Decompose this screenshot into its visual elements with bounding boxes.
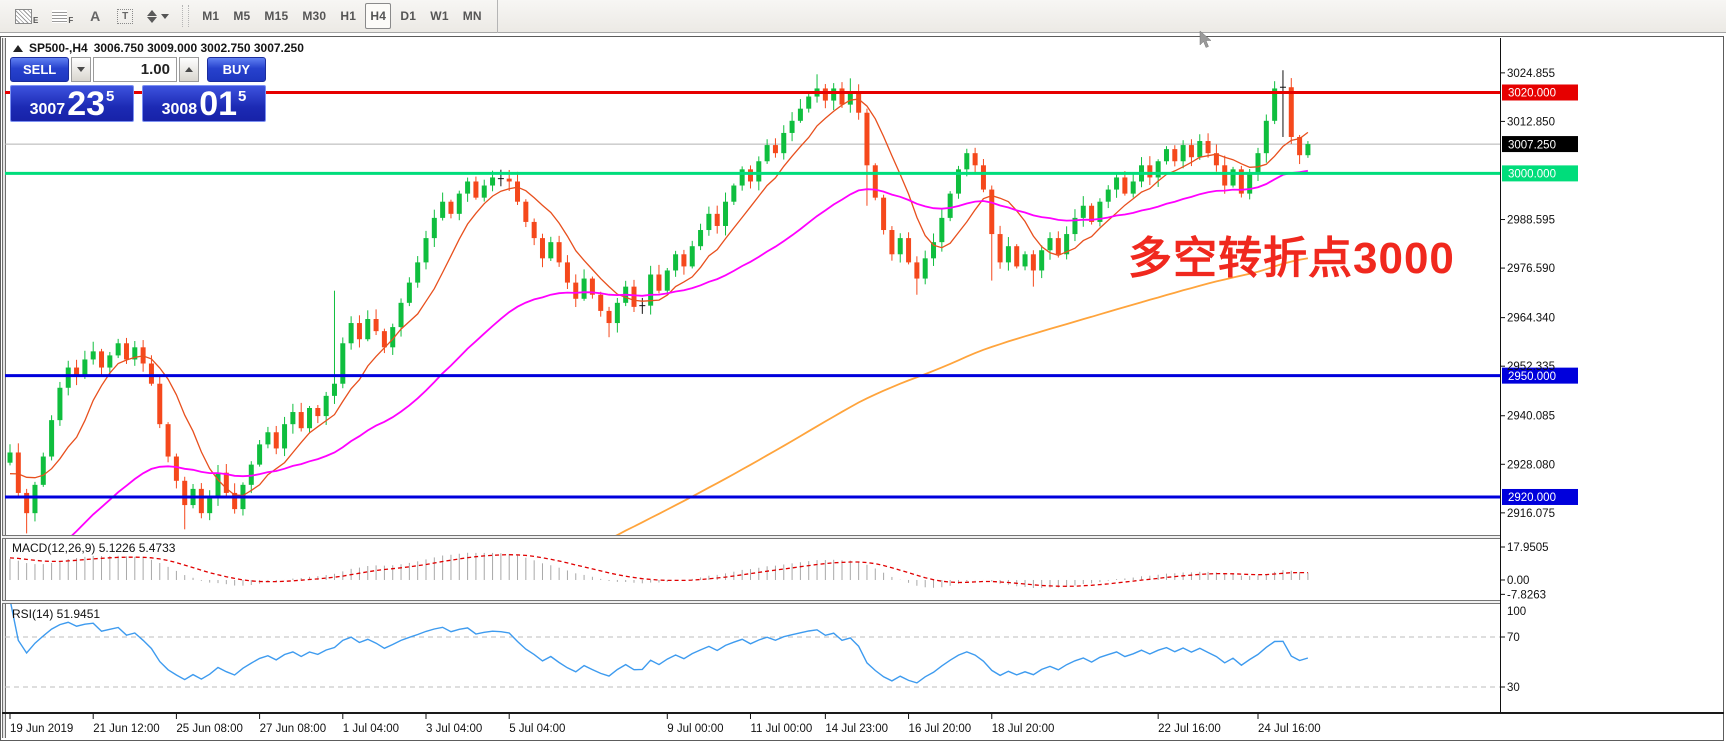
mt4-terminal: { "toolbar": { "icons": [ {"name": "char… — [0, 0, 1726, 750]
svg-text:2920.000: 2920.000 — [1508, 492, 1556, 504]
volume-input[interactable] — [93, 57, 177, 82]
sell-price-frac: 5 — [106, 88, 114, 105]
svg-text:3007.250: 3007.250 — [1508, 139, 1556, 151]
time-tick-label: 21 Jun 12:00 — [93, 723, 160, 735]
sell-price-base: 3007 — [30, 101, 66, 119]
price-tick-label: 2916.075 — [1507, 508, 1555, 520]
buy-price-base: 3008 — [162, 101, 198, 119]
time-tick-label: 22 Jul 16:00 — [1158, 723, 1221, 735]
mouse-cursor — [1200, 31, 1211, 48]
price-tick-label: 3024.855 — [1507, 68, 1555, 80]
time-tick-label: 19 Jun 2019 — [10, 723, 73, 735]
time-tick-label: 9 Jul 00:00 — [667, 723, 723, 735]
time-tick-label: 27 Jun 08:00 — [260, 723, 327, 735]
one-click-trade-panel: SELL BUY 3007 23 5 3008 01 5 — [10, 57, 266, 122]
time-tick-label: 11 Jul 00:00 — [750, 723, 812, 735]
rsi-group — [5, 600, 1500, 688]
time-tick-label: 25 Jun 08:00 — [176, 723, 243, 735]
ma-fast-line — [10, 99, 1308, 495]
symbol-marker-icon — [13, 45, 23, 52]
sell-price-tile[interactable]: 3007 23 5 — [10, 85, 134, 122]
time-tick-label: 1 Jul 04:00 — [343, 723, 399, 735]
macd-label: MACD(12,26,9) 5.1226 5.4733 — [12, 541, 175, 555]
price-tick-label: 2940.085 — [1507, 411, 1555, 423]
price-tick-label: 2988.595 — [1507, 215, 1555, 227]
hline-label-3000.000: 3000.000 — [1502, 165, 1578, 181]
time-tick-label: 3 Jul 04:00 — [426, 723, 482, 735]
price-tick-label: 2964.340 — [1507, 313, 1555, 325]
current-price-label: 3007.250 — [1502, 136, 1578, 152]
hline-label-3020.000: 3020.000 — [1502, 84, 1578, 100]
macd-tick-label: 17.9505 — [1507, 542, 1549, 554]
price-tick-label: 2976.590 — [1507, 263, 1555, 275]
buy-price-frac: 5 — [238, 88, 246, 105]
chart-annotation-text[interactable]: 多空转折点3000 — [1128, 222, 1455, 286]
svg-text:3020.000: 3020.000 — [1508, 88, 1556, 100]
caret-down-icon — [77, 67, 85, 72]
buy-button[interactable]: BUY — [207, 57, 266, 82]
volume-increase-button[interactable] — [179, 57, 199, 82]
symbol-name: SP500-,H4 — [29, 41, 88, 55]
macd-group — [10, 553, 1308, 588]
buy-price-pips: 01 — [199, 91, 237, 119]
macd-tick-label: -7.8263 — [1507, 589, 1546, 601]
time-tick-label: 18 Jul 20:00 — [992, 723, 1055, 735]
svg-text:3000.000: 3000.000 — [1508, 169, 1556, 181]
price-tick-label: 2952.335 — [1507, 361, 1555, 373]
rsi-label: RSI(14) 51.9451 — [12, 607, 100, 621]
price-tick-label: 3012.850 — [1507, 116, 1555, 128]
candles-group — [8, 70, 1311, 533]
time-tick-label: 5 Jul 04:00 — [509, 723, 565, 735]
rsi-tick-label: 30 — [1507, 682, 1520, 694]
caret-up-icon — [185, 67, 193, 72]
sell-price-pips: 23 — [67, 91, 105, 119]
time-tick-label: 14 Jul 23:00 — [825, 723, 888, 735]
buy-price-tile[interactable]: 3008 01 5 — [142, 85, 266, 122]
rsi-tick-label: 70 — [1507, 632, 1520, 644]
sell-button[interactable]: SELL — [10, 57, 69, 82]
time-tick-label: 16 Jul 20:00 — [909, 723, 972, 735]
volume-decrease-button[interactable] — [71, 57, 91, 82]
ma-slow-line — [418, 258, 1308, 660]
symbol-quote: 3006.750 3009.000 3002.750 3007.250 — [94, 41, 304, 55]
macd-tick-label: 0.00 — [1507, 575, 1529, 587]
symbol-header: SP500-,H4 3006.750 3009.000 3002.750 300… — [13, 41, 304, 55]
rsi-tick-label: 100 — [1507, 606, 1526, 618]
hline-label-2920.000: 2920.000 — [1502, 489, 1578, 505]
price-tick-label: 2928.080 — [1507, 459, 1555, 471]
time-tick-label: 24 Jul 16:00 — [1258, 723, 1321, 735]
